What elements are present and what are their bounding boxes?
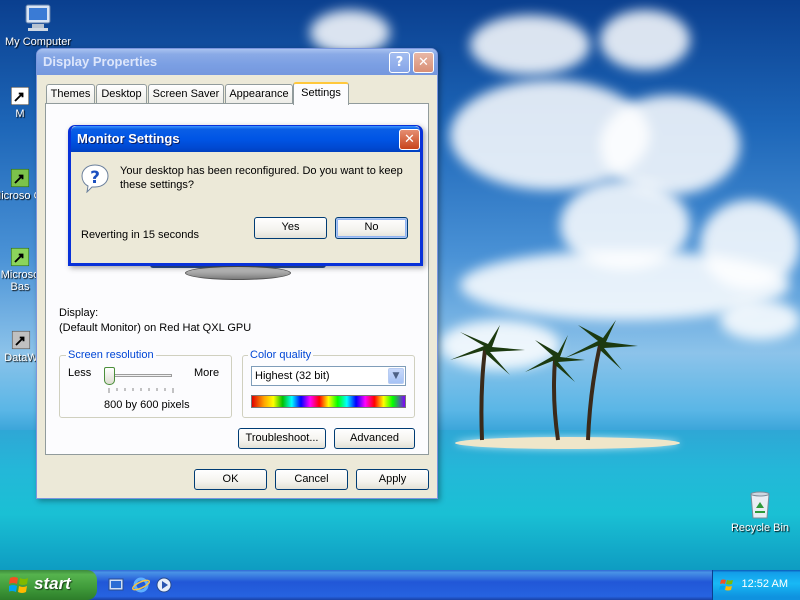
slider-ticks — [108, 388, 174, 393]
dialog-message: Your desktop has been reconfigured. Do y… — [120, 165, 403, 191]
tab-label: Desktop — [101, 88, 142, 100]
window-title: Display Properties — [43, 54, 158, 69]
resolution-value: 800 by 600 pixels — [104, 399, 190, 411]
ok-button[interactable]: OK — [194, 469, 267, 490]
color-quality-value: Highest (32 bit) — [255, 370, 330, 382]
monitor-settings-dialog: Monitor Settings ✕ — [68, 125, 423, 266]
window-titlebar[interactable]: Display Properties — [37, 49, 437, 75]
color-quality-group — [242, 355, 415, 418]
desktop-icon-label: Microso Bas — [0, 269, 40, 293]
network-icon[interactable] — [719, 577, 735, 593]
tab-themes[interactable]: Themes — [46, 84, 95, 104]
troubleshoot-button[interactable]: Troubleshoot... — [238, 428, 326, 449]
monitor-stand — [185, 266, 291, 280]
desktop-icon-label: Recycle Bin — [730, 522, 790, 534]
close-button[interactable]: ✕ — [413, 52, 434, 73]
tab-screen-saver[interactable]: Screen Saver — [148, 84, 224, 104]
color-quality-select[interactable]: Highest (32 bit) ▼ — [251, 366, 406, 386]
dialog-title: Monitor Settings — [77, 131, 180, 146]
countdown-text: Reverting in 15 seconds — [81, 229, 200, 241]
desktop-icon-my-computer[interactable]: My Computer — [3, 2, 73, 48]
desktop-icon-label: My Computer — [4, 36, 72, 48]
display-label: Display: — [59, 307, 99, 319]
desktop-icon-recycle-bin[interactable]: Recycle Bin — [725, 488, 795, 534]
tab-label: Settings — [301, 87, 341, 99]
media-player-icon[interactable] — [156, 577, 172, 593]
chevron-down-icon[interactable]: ▼ — [388, 368, 404, 384]
apply-button[interactable]: Apply — [356, 469, 429, 490]
tab-label: Screen Saver — [152, 88, 220, 100]
recycle-bin-icon — [750, 491, 770, 519]
screen-resolution-title: Screen resolution — [66, 349, 156, 361]
dialog-titlebar[interactable]: Monitor Settings — [71, 126, 420, 152]
tab-label: Appearance — [229, 88, 289, 100]
tab-settings[interactable]: Settings — [293, 82, 349, 105]
visual-basic-icon — [10, 247, 30, 267]
shortcut-icon — [10, 86, 30, 106]
data-icon — [11, 330, 31, 350]
close-button[interactable]: ✕ — [399, 129, 420, 150]
no-button[interactable]: No — [335, 217, 408, 239]
resolution-slider-track — [107, 374, 172, 377]
palm-trees — [450, 320, 638, 441]
color-quality-title: Color quality — [248, 349, 314, 361]
windows-logo-icon — [9, 577, 28, 593]
internet-explorer-icon[interactable] — [131, 576, 151, 594]
question-icon: ? — [81, 164, 109, 193]
resolution-slider-thumb[interactable] — [104, 367, 115, 385]
cloud — [470, 15, 590, 75]
resolution-more-label: More — [194, 367, 220, 379]
cancel-button[interactable]: Cancel — [275, 469, 348, 490]
tab-desktop[interactable]: Desktop — [96, 84, 147, 104]
yes-button[interactable]: Yes — [254, 217, 327, 239]
start-label: start — [34, 574, 71, 593]
my-computer-icon — [25, 4, 51, 31]
color-spectrum-preview — [251, 395, 406, 408]
show-desktop-icon[interactable] — [108, 577, 124, 593]
tab-label: Themes — [50, 88, 91, 100]
cloud — [720, 300, 800, 340]
visual-cpp-icon — [10, 168, 30, 188]
system-tray: 12:52 AM — [712, 570, 800, 600]
help-button[interactable]: ? — [389, 52, 410, 73]
resolution-less-label: Less — [68, 367, 92, 379]
taskbar: start 12:52 AM — [0, 570, 800, 600]
tab-appearance[interactable]: Appearance — [225, 84, 293, 104]
desktop-icon-label: M — [15, 108, 25, 120]
advanced-button[interactable]: Advanced — [334, 428, 415, 449]
clock[interactable]: 12:52 AM — [742, 578, 788, 590]
display-value: (Default Monitor) on Red Hat QXL GPU — [59, 322, 252, 334]
svg-text:?: ? — [90, 168, 100, 188]
desktop-icon-label: DataW — [4, 352, 38, 364]
cloud — [600, 10, 690, 70]
start-button[interactable]: start — [0, 570, 97, 600]
